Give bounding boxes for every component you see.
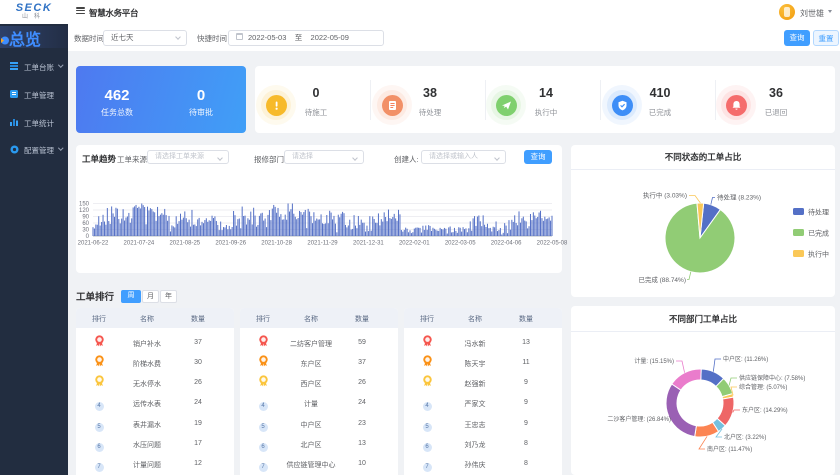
svg-text:二沙客户管理: (26.84%): 二沙客户管理: (26.84%) bbox=[607, 415, 671, 423]
svg-text:已完成: 已完成 bbox=[808, 229, 829, 238]
svg-text:执行中 (3.03%): 执行中 (3.03%) bbox=[643, 191, 687, 200]
svg-text:综合管理: (5.07%): 综合管理: (5.07%) bbox=[739, 383, 787, 391]
svg-text:东户区: (14.29%): 东户区: (14.29%) bbox=[742, 406, 788, 414]
svg-text:供应链保障中心: (7.58%): 供应链保障中心: (7.58%) bbox=[739, 374, 805, 382]
svg-text:中户区: (11.26%): 中户区: (11.26%) bbox=[723, 355, 768, 363]
svg-text:待处理: 待处理 bbox=[808, 208, 829, 217]
svg-text:计量: (15.15%): 计量: (15.15%) bbox=[634, 357, 674, 365]
svg-text:待处理 (8.23%): 待处理 (8.23%) bbox=[717, 193, 761, 202]
svg-text:执行中: 执行中 bbox=[808, 250, 829, 259]
svg-text:北户区: (3.22%): 北户区: (3.22%) bbox=[724, 433, 766, 441]
svg-text:南户区: (11.47%): 南户区: (11.47%) bbox=[707, 445, 752, 453]
svg-text:已完成 (88.74%): 已完成 (88.74%) bbox=[638, 275, 686, 284]
